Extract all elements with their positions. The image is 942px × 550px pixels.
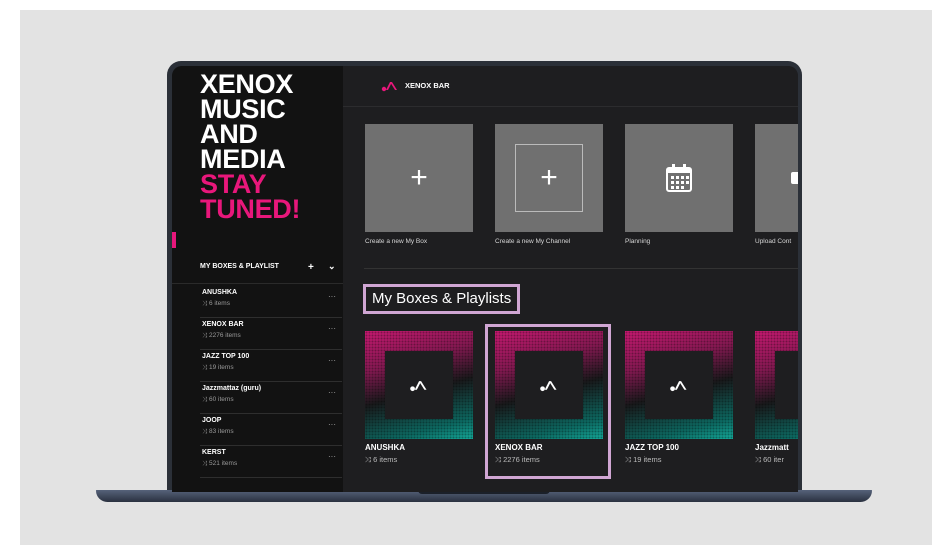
sidebar-item-count: ⤨ 2276 items [202,332,241,340]
sidebar: XENOX MUSIC AND MEDIA STAY TUNED! MY BOX… [172,66,343,492]
sidebar-item-count: ⤨ 6 items [202,300,230,308]
sidebar-item-count: ⤨ 60 items [202,396,234,404]
create-my-channel-tile[interactable]: + [495,124,603,232]
playlist-artwork [365,331,473,439]
playlist-logo [645,351,713,419]
divider [172,283,343,284]
shuffle-icon: ⤨ [202,364,210,371]
playlist-logo [385,351,453,419]
sidebar-item-count: ⤨ 83 items [202,428,234,436]
sidebar-header-label: MY BOXES & PLAYLIST [200,263,279,270]
tile-label: Upload Cont [755,238,792,245]
hero-line-accent: TUNED! [200,194,301,224]
more-options-icon[interactable]: ··· [328,356,336,365]
divider [364,268,798,269]
calendar-icon [666,164,692,192]
hero-title: XENOX MUSIC AND MEDIA STAY TUNED! [200,71,340,224]
shuffle-icon: ⤨ [202,396,210,403]
sidebar-item-count-text: 6 items [209,300,230,307]
sidebar-item-title: KERST [202,449,226,456]
more-options-icon[interactable]: ··· [328,420,336,429]
brand-logo-icon [381,82,397,92]
shuffle-icon: ⤨ [202,332,210,339]
shuffle-icon: ⤨ [755,455,764,464]
sidebar-item-count-text: 60 items [209,396,234,403]
playlist-count: ⤨ 6 items [365,455,397,465]
sidebar-item-jazzmattaz[interactable]: Jazzmattaz (guru) ⤨ 60 items ··· [200,382,342,414]
playlist-card-anushka[interactable]: ANUSHKA ⤨ 6 items [365,331,473,483]
playlist-count: ⤨ 19 items [625,455,661,465]
section-title: My Boxes & Playlists [363,284,521,314]
sidebar-item-count: ⤨ 521 items [202,460,237,468]
add-playlist-button[interactable]: + [308,262,314,273]
upload-icon [791,172,798,184]
playlist-title: Jazzmatt [755,443,789,452]
playlist-title: JAZZ TOP 100 [625,443,679,452]
playlist-logo [775,351,798,419]
shuffle-icon: ⤨ [202,428,210,435]
sidebar-item-title: JOOP [202,417,222,424]
playlist-card-jazzmattaz[interactable]: Jazzmatt ⤨ 60 iter [755,331,798,483]
more-options-icon[interactable]: ··· [328,388,336,397]
upload-content-tile[interactable] [755,124,798,232]
chevron-down-icon[interactable]: ⌄ [328,261,336,272]
brand-logo-icon [410,380,427,391]
shuffle-icon: ⤨ [365,455,374,464]
tile-label: Create a new My Channel [495,238,571,245]
brand-name: XENOX BAR [405,81,450,90]
brand-logo-icon [670,380,687,391]
playlist-card-jazz-top-100[interactable]: JAZZ TOP 100 ⤨ 19 items [625,331,733,483]
active-indicator [172,232,176,248]
shuffle-icon: ⤨ [625,455,634,464]
more-options-icon[interactable]: ··· [328,452,336,461]
sidebar-item-title: ANUSHKA [202,289,237,296]
create-my-box-tile[interactable]: + [365,124,473,232]
playlist-artwork [625,331,733,439]
sidebar-item-title: JAZZ TOP 100 [202,353,250,360]
playlist-logo [515,351,583,419]
sidebar-item-title: Jazzmattaz (guru) [202,385,262,392]
shuffle-icon: ⤨ [202,460,210,467]
sidebar-list: ANUSHKA ⤨ 6 items ··· XENOX BAR ⤨ 2276 i… [200,286,342,478]
sidebar-header: MY BOXES & PLAYLIST + ⌄ [200,261,340,277]
playlist-count: ⤨ 60 iter [755,455,784,465]
sidebar-item-count: ⤨ 19 items [202,364,234,372]
sidebar-item-kerst[interactable]: KERST ⤨ 521 items ··· [200,446,342,478]
tile-label: Create a new My Box [365,238,428,245]
sidebar-item-joop[interactable]: JOOP ⤨ 83 items ··· [200,414,342,446]
playlist-count-text: 60 iter [763,455,784,464]
more-options-icon[interactable]: ··· [328,324,336,333]
playlist-title: ANUSHKA [365,443,405,452]
sidebar-item-jazz-top-100[interactable]: JAZZ TOP 100 ⤨ 19 items ··· [200,350,342,382]
more-options-icon[interactable]: ··· [328,292,336,301]
sidebar-item-count-text: 83 items [209,428,234,435]
brand-logo-icon [540,380,557,391]
sidebar-item-anushka[interactable]: ANUSHKA ⤨ 6 items ··· [200,286,342,318]
sidebar-item-count-text: 521 items [209,460,238,467]
sidebar-item-count-text: 2276 items [209,332,241,339]
sidebar-item-count-text: 19 items [209,364,234,371]
planning-tile[interactable] [625,124,733,232]
tile-label: Planning [625,238,651,245]
shuffle-icon: ⤨ [202,300,210,307]
playlist-artwork [755,331,798,439]
playlist-count-text: 6 items [373,455,398,464]
topbar: XENOX BAR [343,66,798,107]
sidebar-item-xenox-bar[interactable]: XENOX BAR ⤨ 2276 items ··· [200,318,342,350]
plus-box-icon: + [540,161,558,194]
sidebar-item-title: XENOX BAR [202,321,244,328]
playlist-count-text: 19 items [633,455,662,464]
plus-icon: + [410,161,428,194]
